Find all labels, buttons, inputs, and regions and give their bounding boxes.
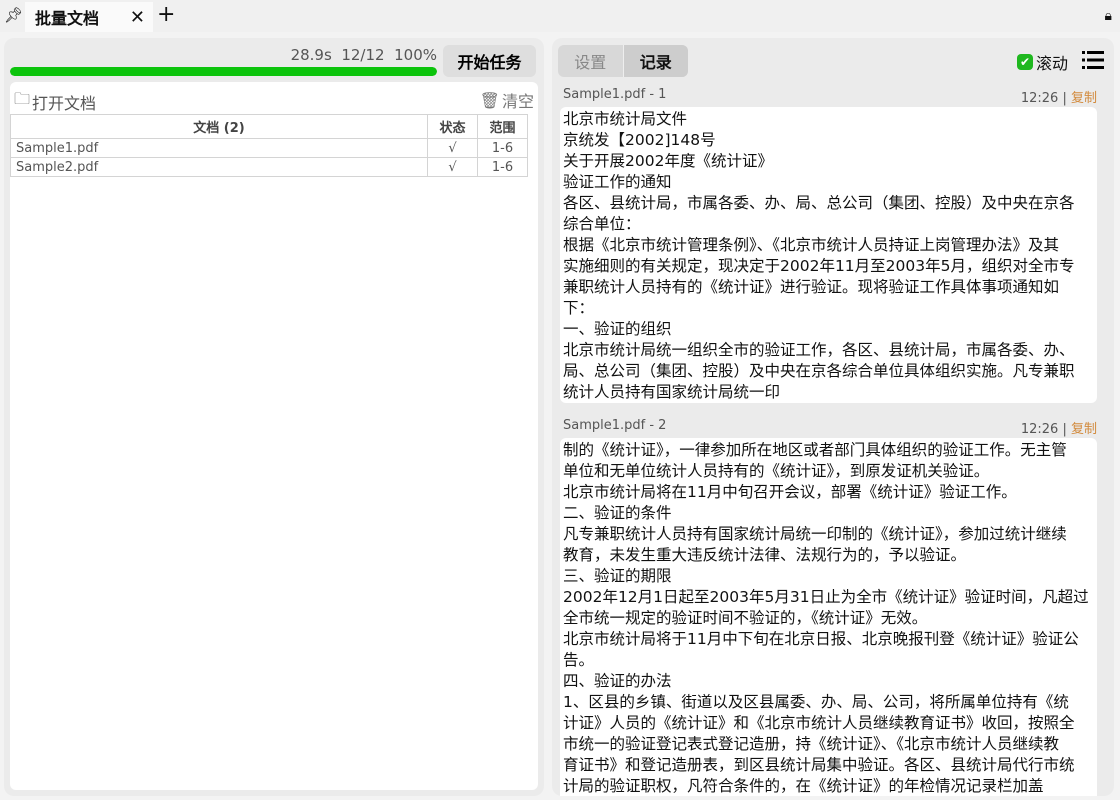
record-title: Sample1.pdf - 2 <box>563 418 667 433</box>
record-text[interactable]: 北京市统计局文件京统发【2002]148号关于开展2002年度《统计证》 验证工作… <box>560 107 1097 403</box>
elapsed-time: 28.9s <box>290 46 332 64</box>
menu-icon[interactable] <box>1082 51 1104 69</box>
text-line: 北京市统计局将在11月中旬召开会议，部署《统计证》验证工作。 <box>563 483 1017 501</box>
tab-records[interactable]: 记录 <box>622 45 688 77</box>
text-line: 局、总公司（集团、控股）及中央在京各综合单位具体组织实施。凡专兼职 <box>563 362 1075 380</box>
file-status: √ <box>427 157 478 177</box>
progress-count: 12/12 <box>341 46 385 64</box>
text-line: 告。 <box>563 651 595 669</box>
text-line: 凡专兼职统计人员持有国家统计局统一印制的《统计证》，参加过统计继续 <box>563 525 1067 543</box>
separator: | <box>1062 91 1067 106</box>
file-status: √ <box>427 138 478 158</box>
open-document-button[interactable]: 🗀︎ 打开文档 <box>14 88 96 115</box>
text-line: 综合单位： <box>563 215 641 233</box>
open-label: 打开文档 <box>32 93 97 113</box>
text-line: 2002年12月1日起至2003年5月31日止为全市《统计证》验证时间，凡超过 <box>563 588 1089 606</box>
text-line: 1、区县的乡镇、街道以及区县属委、办、局、公司，将所属单位持有《统 <box>563 693 1069 711</box>
text-line: 根据《北京市统计管理条例》、《北京市统计人员持证上岗管理办法》及其 <box>563 236 1060 254</box>
text-line: 市统一的验证登记表式登记造册，持《统计证》、《北京市统计人员继续教 <box>563 735 1060 753</box>
tab-title: 批量文档 <box>35 9 100 28</box>
text-line: 制的《统计证》，一律参加所在地区或者部门具体组织的验证工作。无主管 <box>563 441 1067 459</box>
document-list-panel: 🗀︎ 打开文档 🗑︎ 清空 文档 (2) 状态 范围 Sample1.pdf √ 1-6 S… <box>10 82 538 790</box>
text-line: 各区、县统计局，市属各委、办、局、总公司（集团、控股）及中央在京各 <box>563 194 1075 212</box>
text-line: 四、验证的办法 <box>563 672 672 690</box>
record-time: 12:26 <box>1020 422 1059 437</box>
text-line: 育证书》和登记造册表，到区县统计局集中验证。各区、县统计局代行市统 <box>563 756 1075 774</box>
close-icon[interactable]: ✕ <box>130 7 145 28</box>
text-line: 北京市统计局将于11月中下旬在北京日报、北京晚报刊登《统计证》验证公 <box>563 630 1079 648</box>
text-line: 关于开展2002年度《统计证》 <box>563 152 773 170</box>
text-line: 全市统一规定的验证时间不验证的，《统计证》无效。 <box>563 609 928 627</box>
text-line: 北京市统计局文件 <box>563 110 688 128</box>
text-line: 兼职统计人员持有的《统计证》进行验证。现将验证工作具体事项通知如 <box>563 278 1060 296</box>
text-line: 计证》人员的《统计证》和《北京市统计人员继续教育证书》收回，按照全 <box>563 714 1075 732</box>
trash-icon: 🗑︎ <box>479 90 500 110</box>
col-range[interactable]: 范围 <box>477 114 528 139</box>
copy-button[interactable]: 复制 <box>1071 91 1097 106</box>
text-line: 北京市统计局统一组织全市的验证工作，各区、县统计局，市属各委、办、 <box>563 341 1075 359</box>
col-status[interactable]: 状态 <box>427 114 478 139</box>
right-panel: 设置 记录 ✔ 滚动 Sample1.pdf - 1 12:26 | 复制 北京市统… <box>552 38 1114 796</box>
folder-icon: 🗀︎ <box>14 89 31 108</box>
progress-percent: 100% <box>394 46 437 64</box>
file-name: Sample1.pdf <box>10 138 428 158</box>
file-range: 1-6 <box>477 138 528 158</box>
table-row[interactable]: Sample2.pdf √ 1-6 <box>10 157 528 177</box>
progress-fill <box>10 67 437 76</box>
add-tab-icon[interactable]: + <box>157 2 175 27</box>
clear-button[interactable]: 🗑︎ 清空 <box>480 88 534 112</box>
text-line: 验证工作的通知 <box>563 173 672 191</box>
text-line: 二、验证的条件 <box>563 504 672 522</box>
text-line: 单位和无单位统计人员持有的《统计证》，到原发证机关验证。 <box>563 462 990 480</box>
text-line: 一、验证的组织 <box>563 320 672 338</box>
text-line: 京统发【2002]148号 <box>563 131 716 149</box>
document-table: 文档 (2) 状态 范围 Sample1.pdf √ 1-6 Sample2.pdf √ 1… <box>10 114 528 177</box>
text-line: 教育，未发生重大违反统计法律、法规行为的，予以验证。 <box>563 546 967 564</box>
text-line: 下： <box>563 299 595 317</box>
table-row[interactable]: Sample1.pdf √ 1-6 <box>10 138 528 158</box>
file-range: 1-6 <box>477 157 528 177</box>
tab-batch-docs[interactable]: 批量文档 ✕ <box>25 2 153 32</box>
checkbox-checked-icon: ✔ <box>1016 54 1033 70</box>
separator: | <box>1062 422 1067 437</box>
file-name: Sample2.pdf <box>10 157 428 177</box>
auto-scroll-checkbox[interactable]: ✔ 滚动 <box>1016 50 1068 74</box>
text-line: 计局的验证职权，凡符合条件的，在《统计证》的年检情况记录栏加盖 <box>563 777 1044 795</box>
scroll-label: 滚动 <box>1035 54 1068 73</box>
record-title: Sample1.pdf - 1 <box>563 87 667 102</box>
col-document[interactable]: 文档 (2) <box>10 114 428 139</box>
left-panel: 28.9s 12/12 100% 开始任务 🗀︎ 打开文档 🗑︎ 清空 文档 (2)… <box>4 38 544 796</box>
record-header: Sample1.pdf - 1 12:26 | 复制 <box>563 87 1097 106</box>
record-header: Sample1.pdf - 2 12:26 | 复制 <box>563 418 1097 437</box>
copy-button[interactable]: 复制 <box>1071 422 1097 437</box>
text-line: 实施细则的有关规定，现决定于2002年11月至2003年5月，组织对全市专 <box>563 257 1075 275</box>
text-line: 统计人员持有国家统计局统一印 <box>563 383 781 401</box>
progress-bar <box>10 67 437 76</box>
tab-bar: 📌︎ 批量文档 ✕ + 🔒︎ <box>0 0 1120 32</box>
pin-icon[interactable]: 📌︎ <box>4 6 23 24</box>
start-task-button[interactable]: 开始任务 <box>443 45 536 77</box>
view-tabs: 设置 记录 <box>558 45 688 77</box>
text-line: 三、验证的期限 <box>563 567 672 585</box>
progress-text: 28.9s 12/12 100% <box>291 46 437 64</box>
tab-settings[interactable]: 设置 <box>558 45 623 77</box>
record-text[interactable]: 制的《统计证》，一律参加所在地区或者部门具体组织的验证工作。无主管 单位和无单位统… <box>560 438 1097 796</box>
clear-label: 清空 <box>501 92 534 111</box>
record-time: 12:26 <box>1020 91 1059 106</box>
lock-icon[interactable]: 🔒︎ <box>1105 8 1112 24</box>
